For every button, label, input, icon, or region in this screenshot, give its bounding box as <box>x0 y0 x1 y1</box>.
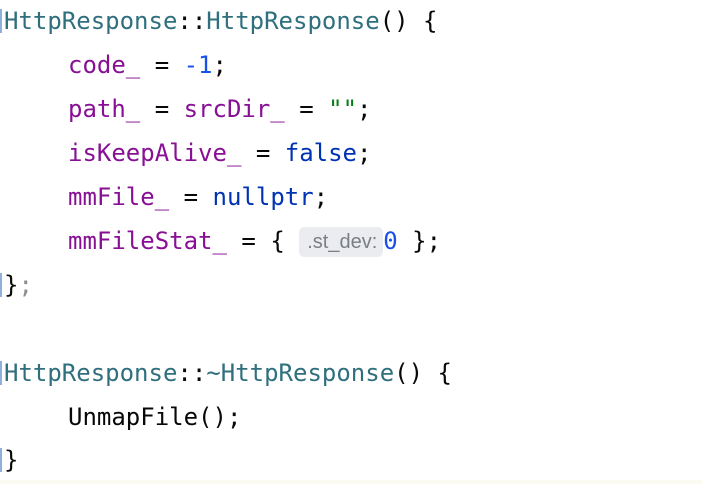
semicolon: ; <box>357 139 372 167</box>
assign-operator: = <box>284 95 329 123</box>
open-brace: { <box>423 359 452 387</box>
semicolon: ; <box>226 403 242 431</box>
current-line-highlight <box>0 480 702 484</box>
assign-operator: = <box>226 227 271 255</box>
parens: () <box>394 359 424 387</box>
open-brace: { <box>408 7 438 35</box>
function-call: UnmapFile <box>68 403 199 431</box>
constructor-name: HttpResponse <box>206 7 380 35</box>
numeric-literal: 0 <box>383 227 398 255</box>
keyword-literal: false <box>284 139 357 167</box>
keyword-literal: nullptr <box>212 183 314 211</box>
assign-operator: = <box>169 183 213 211</box>
field-name: mmFile_ <box>68 183 170 211</box>
assign-operator: = <box>140 51 184 79</box>
field-name: isKeepAlive_ <box>68 139 242 167</box>
close-brace: } <box>4 446 19 474</box>
code-line-constructor-signature[interactable]: HttpResponse::HttpResponse() { <box>0 3 438 39</box>
field-name: path_ <box>68 95 141 123</box>
field-name: srcDir_ <box>183 95 285 123</box>
code-line-keepalive-init[interactable]: isKeepAlive_ = false; <box>0 135 371 171</box>
code-line-unmap-call[interactable]: UnmapFile(); <box>0 399 241 435</box>
parens: () <box>379 7 409 35</box>
assign-operator: = <box>241 139 285 167</box>
code-line-mmfile-init[interactable]: mmFile_ = nullptr; <box>0 179 328 215</box>
scope-operator: :: <box>177 359 207 387</box>
scope-operator: :: <box>177 7 207 35</box>
assign-operator: = <box>140 95 184 123</box>
gutter-marker <box>0 9 2 33</box>
code-line-path-init[interactable]: path_ = srcDir_ = ""; <box>0 91 371 127</box>
close-brace: }; <box>397 227 442 255</box>
gutter-marker <box>0 448 2 472</box>
field-name: mmFileStat_ <box>68 227 227 255</box>
semicolon: ; <box>313 183 329 211</box>
code-line-destructor-signature[interactable]: HttpResponse::~HttpResponse() { <box>0 355 452 391</box>
semicolon: ; <box>18 271 33 299</box>
code-line-constructor-end[interactable]: }; <box>0 267 33 303</box>
parens: () <box>198 403 227 431</box>
class-name: HttpResponse <box>4 7 178 35</box>
gutter-marker <box>0 273 2 297</box>
string-literal: "" <box>328 95 358 123</box>
semicolon: ; <box>357 95 372 123</box>
parameter-hint: .st_dev: <box>299 227 384 257</box>
semicolon: ; <box>212 51 227 79</box>
code-line-code-init[interactable]: code_ = -1; <box>0 47 227 83</box>
code-line-destructor-end[interactable]: } <box>0 442 18 478</box>
class-name: HttpResponse <box>4 359 178 387</box>
destructor-name: ~HttpResponse <box>206 359 395 387</box>
open-brace: { <box>270 227 300 255</box>
code-editor[interactable]: HttpResponse::HttpResponse() { code_ = -… <box>0 0 702 484</box>
close-brace: } <box>4 271 19 299</box>
code-line-mmfilestat-init[interactable]: mmFileStat_ = { .st_dev: 0 }; <box>0 223 441 259</box>
gutter-marker <box>0 361 2 385</box>
numeric-literal: -1 <box>183 51 213 79</box>
field-name: code_ <box>68 51 141 79</box>
